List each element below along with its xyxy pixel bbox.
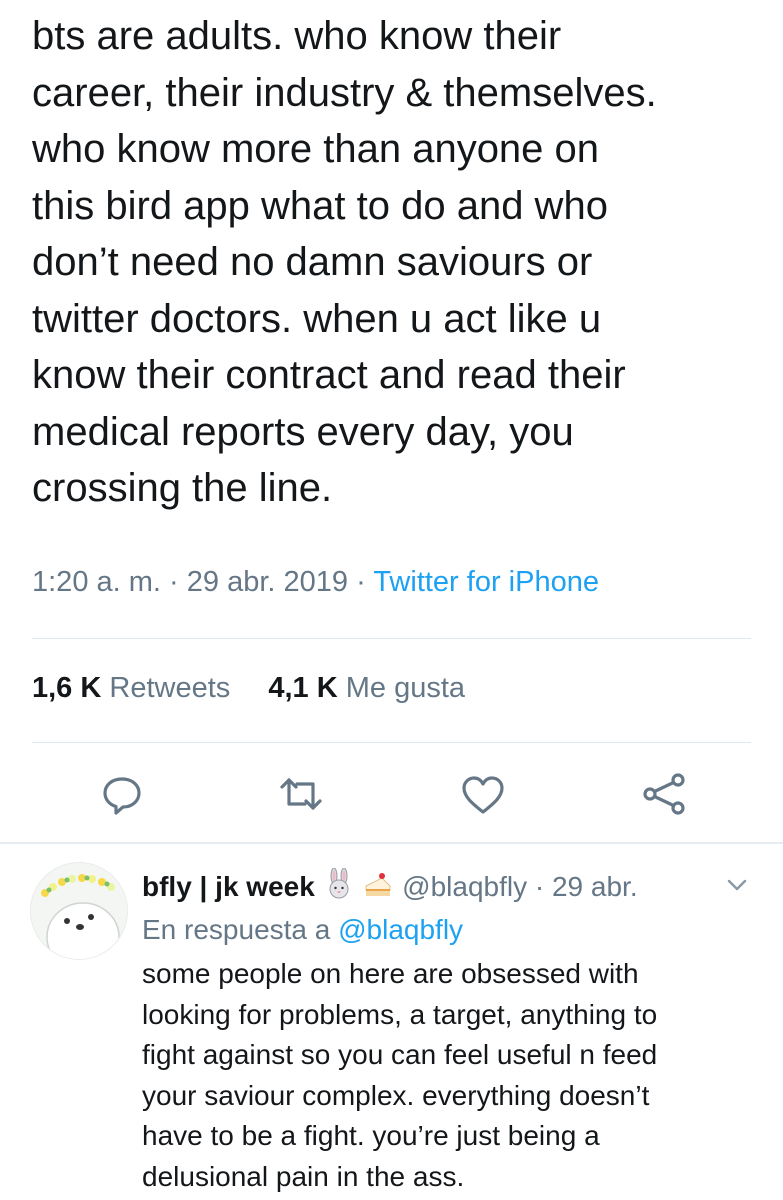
divider <box>0 842 783 844</box>
reply-text: some people on here are obsessed with lo… <box>142 954 762 1197</box>
meta-separator: · <box>534 871 545 902</box>
divider <box>32 742 751 743</box>
tweet-line: know their contract and read their <box>32 353 626 397</box>
avatar[interactable] <box>30 862 128 960</box>
reply-line: some people on here are obsessed with <box>142 958 639 989</box>
reply-line: looking for problems, a target, anything… <box>142 998 658 1030</box>
reply-line: delusional pain in the ass. <box>142 1160 465 1192</box>
reply-header: bfly | jk week @blaqbfly · 29 abr. <box>142 868 638 903</box>
tweet-line: twitter doctors. when u act like u <box>32 296 602 341</box>
retweets-count: 1,6 K <box>32 672 102 704</box>
reply-author-handle[interactable]: @blaqbfly <box>402 871 527 902</box>
tweet-line: crossing the line. <box>32 466 333 510</box>
tweet-line: don’t need no damn saviours or <box>32 240 593 284</box>
tweet-line: career, their industry & themselves. <box>32 70 657 115</box>
tweet-meta: 1:20 a. m. · 29 abr. 2019 · Twitter for … <box>32 566 599 599</box>
chevron-down-icon[interactable] <box>722 870 752 900</box>
reply-to-handle-link[interactable]: @blaqbfly <box>338 914 463 945</box>
reply-icon[interactable] <box>98 770 146 818</box>
reply-line: fight against so you can feel useful n f… <box>142 1039 658 1070</box>
tweet-stats: 1,6 K Retweets 4,1 K Me gusta <box>32 672 495 705</box>
meta-separator: · <box>169 566 179 598</box>
cake-emoji-icon <box>365 873 391 896</box>
avatar-bear-icon <box>31 863 127 959</box>
action-bar <box>0 770 783 820</box>
rabbit-emoji-icon <box>329 868 349 899</box>
tweet-time[interactable]: 1:20 a. m. <box>32 566 161 598</box>
tweet-line: this bird app what to do and who <box>32 183 608 228</box>
retweets-label: Retweets <box>109 672 231 704</box>
tweet-line: medical reports every day, you <box>32 409 574 454</box>
reply-context: En respuesta a @blaqbfly <box>142 914 463 946</box>
tweet-source-link[interactable]: Twitter for iPhone <box>373 566 599 598</box>
tweet-line: who know more than anyone on <box>32 127 600 171</box>
reply-line: your saviour complex. everything doesn’t <box>142 1079 650 1111</box>
reply-author-name[interactable]: bfly | jk week <box>142 871 315 902</box>
tweet-line: bts are adults. who know their <box>32 14 562 58</box>
reply-prefix: En respuesta a <box>142 914 331 945</box>
likes-stat[interactable]: 4,1 K Me gusta <box>268 672 465 704</box>
divider <box>32 638 751 639</box>
tweet-date[interactable]: 29 abr. 2019 <box>187 566 348 598</box>
like-icon[interactable] <box>459 770 507 818</box>
reply-date[interactable]: 29 abr. <box>552 871 638 902</box>
tweet-text: bts are adults. who know their career, t… <box>32 8 772 517</box>
retweets-stat[interactable]: 1,6 K Retweets <box>32 672 238 704</box>
retweet-icon[interactable] <box>277 770 325 818</box>
meta-separator: · <box>356 566 366 598</box>
reply-line: have to be a fight. you’re just being a <box>142 1120 600 1151</box>
likes-label: Me gusta <box>345 672 466 704</box>
share-icon[interactable] <box>640 770 688 818</box>
likes-count: 4,1 K <box>268 672 338 704</box>
